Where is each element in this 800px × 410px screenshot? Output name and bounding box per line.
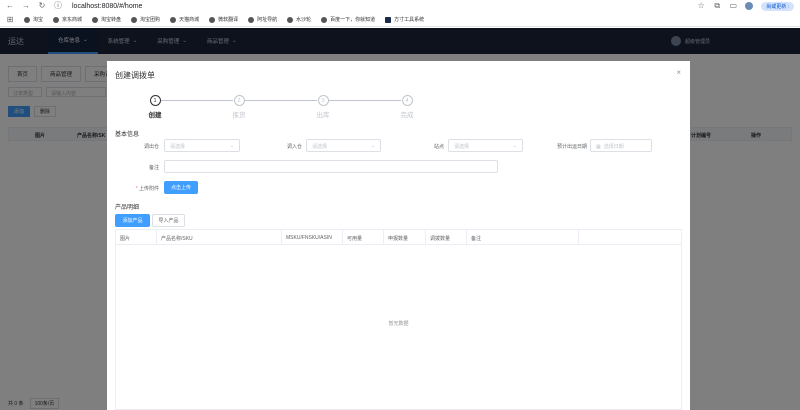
bookmark-item[interactable]: 微软翻译	[209, 16, 238, 23]
out-warehouse-select[interactable]: 请选择 ⌄	[164, 139, 240, 152]
in-warehouse-select[interactable]: 请选择 ⌄	[306, 139, 381, 152]
remark-label: 备注	[148, 165, 159, 171]
bookmark-item[interactable]: 百度一下，你就知道	[321, 16, 375, 23]
column-header: 备注	[467, 230, 579, 245]
step-label: 出库	[316, 112, 330, 119]
forward-icon[interactable]: →	[22, 0, 30, 12]
product-detail-title: 产品明细	[115, 205, 140, 211]
step-pick: 2 拣货	[233, 95, 246, 119]
chevron-down-icon: ⌄	[229, 143, 234, 149]
bookmark-item[interactable]: 京东商城	[53, 16, 82, 23]
bookmark-favicon-icon	[248, 16, 255, 23]
bookmark-item[interactable]: 阿址导航	[248, 16, 277, 23]
select-placeholder: 请选择	[170, 144, 186, 150]
column-header: 申报数量	[384, 230, 426, 245]
chevron-down-icon: ⌄	[512, 143, 517, 149]
create-transfer-dialog: 创建调拨单 × 1 创建 2 拣货 3 出库 4 完成 基本信息 调出仓 请选择…	[107, 61, 690, 410]
bookmark-item[interactable]: 天猫商城	[170, 16, 199, 23]
site-select[interactable]: 请选择 ⌄	[448, 139, 523, 152]
column-header: 图片	[116, 230, 157, 245]
calendar-icon: ▦	[596, 144, 601, 150]
bookmark-favicon-icon	[131, 16, 138, 23]
column-header: MSKU/FNSKU/ASIN	[282, 230, 343, 245]
close-icon[interactable]: ×	[676, 68, 681, 77]
sidepanel-icon[interactable]: ▭	[729, 0, 737, 12]
step-number: 2	[233, 95, 245, 106]
ship-date-picker[interactable]: ▦ 选择日期	[590, 139, 652, 152]
step-complete: 4 完成	[401, 95, 414, 119]
select-placeholder: 请选择	[312, 144, 328, 150]
browser-toolbar: ← → ↻ ⓘ localhost:8080/#/home ☆ ⧉ ▭ 尚或更新…	[0, 0, 800, 12]
bookmark-favicon-icon	[321, 16, 328, 23]
bookmark-favicon-icon	[385, 16, 392, 23]
step-label: 完成	[400, 112, 414, 119]
step-connector	[245, 100, 317, 101]
step-connector	[161, 100, 233, 101]
address-bar[interactable]: localhost:8080/#/home	[72, 3, 142, 10]
bookmark-item[interactable]: 淘宝团购	[131, 16, 160, 23]
bookmark-item[interactable]: 淘宝	[24, 16, 43, 23]
bookmark-favicon-icon	[53, 16, 60, 23]
import-product-button[interactable]: 导入产品	[152, 214, 185, 227]
profile-avatar[interactable]	[745, 2, 754, 10]
add-product-button[interactable]: 添加产品	[115, 214, 150, 227]
bookmark-favicon-icon	[170, 16, 177, 23]
reload-icon[interactable]: ↻	[38, 0, 46, 12]
date-placeholder: 选择日期	[603, 144, 624, 150]
product-table-header: 图片 产品名称/SKU MSKU/FNSKU/ASIN 可用量 申报数量 调拨数…	[116, 230, 681, 245]
site-info-icon[interactable]: ⓘ	[54, 0, 62, 12]
column-header: 调拨数量	[426, 230, 467, 245]
step-number: 3	[317, 95, 329, 106]
out-warehouse-label: 调出仓	[143, 144, 159, 150]
step-label: 创建	[148, 112, 162, 119]
attachment-label: * 上传附件	[135, 186, 159, 192]
step-number: 4	[401, 95, 413, 106]
column-header: 可用量	[343, 230, 384, 245]
in-warehouse-label: 调入仓	[286, 144, 302, 150]
chevron-down-icon: ⌄	[370, 143, 375, 149]
step-label: 拣货	[232, 112, 246, 119]
step-create: 1 创建	[149, 95, 162, 119]
bookmark-item[interactable]: 方寸工具系统	[385, 16, 424, 23]
site-label: 站点	[433, 144, 444, 150]
remark-input[interactable]	[164, 160, 498, 173]
bookmark-star-icon[interactable]: ☆	[697, 0, 705, 12]
back-icon[interactable]: ←	[6, 0, 14, 12]
bookmark-favicon-icon	[24, 16, 30, 23]
apps-grid-icon[interactable]: ⊞	[6, 14, 14, 26]
ship-date-label: 预计出运日期	[556, 144, 587, 150]
extensions-icon[interactable]: ⧉	[713, 0, 721, 12]
step-outbound: 3 出库	[317, 95, 330, 119]
column-header: 产品名称/SKU	[157, 230, 282, 245]
step-connector	[329, 100, 401, 101]
bookmark-favicon-icon	[92, 16, 99, 23]
step-number: 1	[149, 95, 161, 106]
empty-state: 暂无数据	[388, 321, 409, 327]
bookmark-item[interactable]: 淘宝转盘	[92, 16, 121, 23]
progress-steps: 1 创建 2 拣货 3 出库 4 完成	[149, 95, 414, 119]
product-table: 图片 产品名称/SKU MSKU/FNSKU/ASIN 可用量 申报数量 调拨数…	[115, 229, 682, 410]
bookmark-favicon-icon	[209, 16, 216, 23]
upload-button[interactable]: 点击上传	[164, 181, 198, 194]
bookmark-item[interactable]: 水沙轮	[287, 16, 311, 23]
select-placeholder: 请选择	[454, 144, 470, 150]
dialog-title: 创建调拨单	[115, 71, 155, 80]
bookmarks-bar: ⊞ 淘宝 京东商城 淘宝转盘 淘宝团购 天猫商城 微软翻译 阿址导航 水沙轮 百…	[0, 13, 800, 27]
bookmark-favicon-icon	[287, 16, 294, 23]
basic-info-title: 基本信息	[115, 132, 140, 138]
update-button[interactable]: 尚或更新 :	[761, 1, 794, 11]
